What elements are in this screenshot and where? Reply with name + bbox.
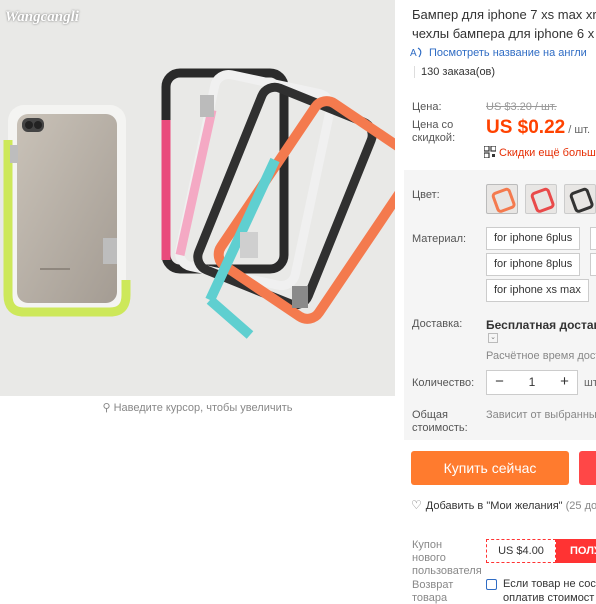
returns-text: Если товар не сост оплатив стоимост [503, 577, 596, 604]
return-policy-icon [486, 579, 497, 590]
magnifier-icon: ⚲ [102, 402, 111, 414]
coupon-amount: US $4.00 [486, 539, 556, 563]
chevron-down-icon[interactable]: ⌄ [488, 333, 498, 343]
add-to-wishlist-link[interactable]: ♡ Добавить в "Мои желания" (25 до [411, 498, 596, 512]
total-label: Общая стоимость: [412, 409, 468, 434]
material-option-8plus[interactable]: for iphone 8plus [486, 253, 581, 276]
translate-link-text: Посмотреть название на англи [429, 47, 587, 59]
swatch-image-1 [491, 187, 516, 213]
price-label: Цена: [412, 101, 442, 113]
product-title-line1: Бампер для iphone 7 xs max xr [412, 7, 596, 22]
get-coupon-button[interactable]: ПОЛУ [556, 539, 596, 563]
returns-text-line2: оплатив стоимост [503, 592, 595, 604]
swatch-image-3 [569, 187, 594, 213]
discount-price-label: Цена со скидкой: [412, 119, 456, 144]
old-price: US $3.20 / шт. [486, 101, 557, 113]
free-shipping-text: Бесплатная доставка [486, 318, 596, 332]
swatch-image-2 [530, 187, 555, 213]
color-swatch-2[interactable] [525, 184, 557, 214]
returns-label: Возврат товара [412, 579, 454, 604]
heart-icon: ♡ [411, 498, 422, 512]
translate-title-link[interactable]: A Посмотреть название на англи [410, 45, 587, 59]
quantity-stepper: − 1 + [486, 370, 578, 395]
product-info-panel: Бампер для iphone 7 xs max xr чехлы бамп… [404, 0, 596, 604]
svg-text:A: A [410, 48, 417, 59]
orders-count: 130 заказа(ов) [414, 66, 495, 78]
translate-icon: A [410, 47, 422, 59]
color-label: Цвет: [412, 189, 440, 201]
zoom-hint-text: Наведите курсор, чтобы увеличить [113, 402, 293, 414]
phone-with-bumper [3, 105, 131, 317]
shipping-label: Доставка: [412, 318, 463, 330]
material-option-6plus[interactable]: for iphone 6plus [486, 227, 581, 250]
product-title-line2: чехлы бампера для iphone 6 x [412, 26, 595, 41]
wishlist-text: Добавить в "Мои желания" [425, 500, 563, 512]
more-discounts-text: Скидки ещё больш [499, 147, 596, 159]
price-unit: / шт. [568, 124, 591, 136]
material-option-xsmax[interactable]: for iphone xs max [486, 279, 589, 302]
more-discounts-link[interactable]: Скидки ещё больш [484, 146, 596, 159]
color-swatch-3[interactable] [564, 184, 596, 214]
quantity-unit: шт. [584, 377, 596, 389]
quantity-input[interactable]: 1 [512, 371, 552, 394]
quantity-decrease-button[interactable]: − [487, 371, 512, 394]
product-photo [0, 0, 395, 396]
add-to-cart-button[interactable] [579, 451, 596, 485]
qr-code-icon [484, 146, 496, 158]
zoom-hint: ⚲ Наведите курсор, чтобы увеличить [0, 401, 395, 414]
returns-text-line1: Если товар не сост [503, 578, 596, 590]
quantity-increase-button[interactable]: + [552, 371, 577, 394]
delivery-time-text: Расчётное время дост [486, 350, 596, 362]
coupon-label: Купон нового пользователя [412, 539, 482, 577]
current-price: US $0.22/ шт. [486, 117, 590, 139]
current-price-value: US $0.22 [486, 117, 566, 138]
material-label: Материал: [412, 233, 467, 245]
wishlist-count: (25 до [565, 500, 596, 512]
color-swatch-1[interactable] [486, 184, 518, 214]
product-main-image[interactable]: Wangcangli [0, 0, 395, 396]
buy-now-button[interactable]: Купить сейчас [411, 451, 569, 485]
watermark-text: Wangcangli [5, 9, 79, 25]
material-option-extra-2[interactable] [590, 253, 596, 276]
quantity-label: Количество: [412, 377, 475, 389]
material-option-extra[interactable] [590, 227, 596, 250]
total-value: Зависит от выбранны [486, 409, 596, 421]
product-title: Бампер для iphone 7 xs max xr чехлы бамп… [412, 5, 596, 43]
